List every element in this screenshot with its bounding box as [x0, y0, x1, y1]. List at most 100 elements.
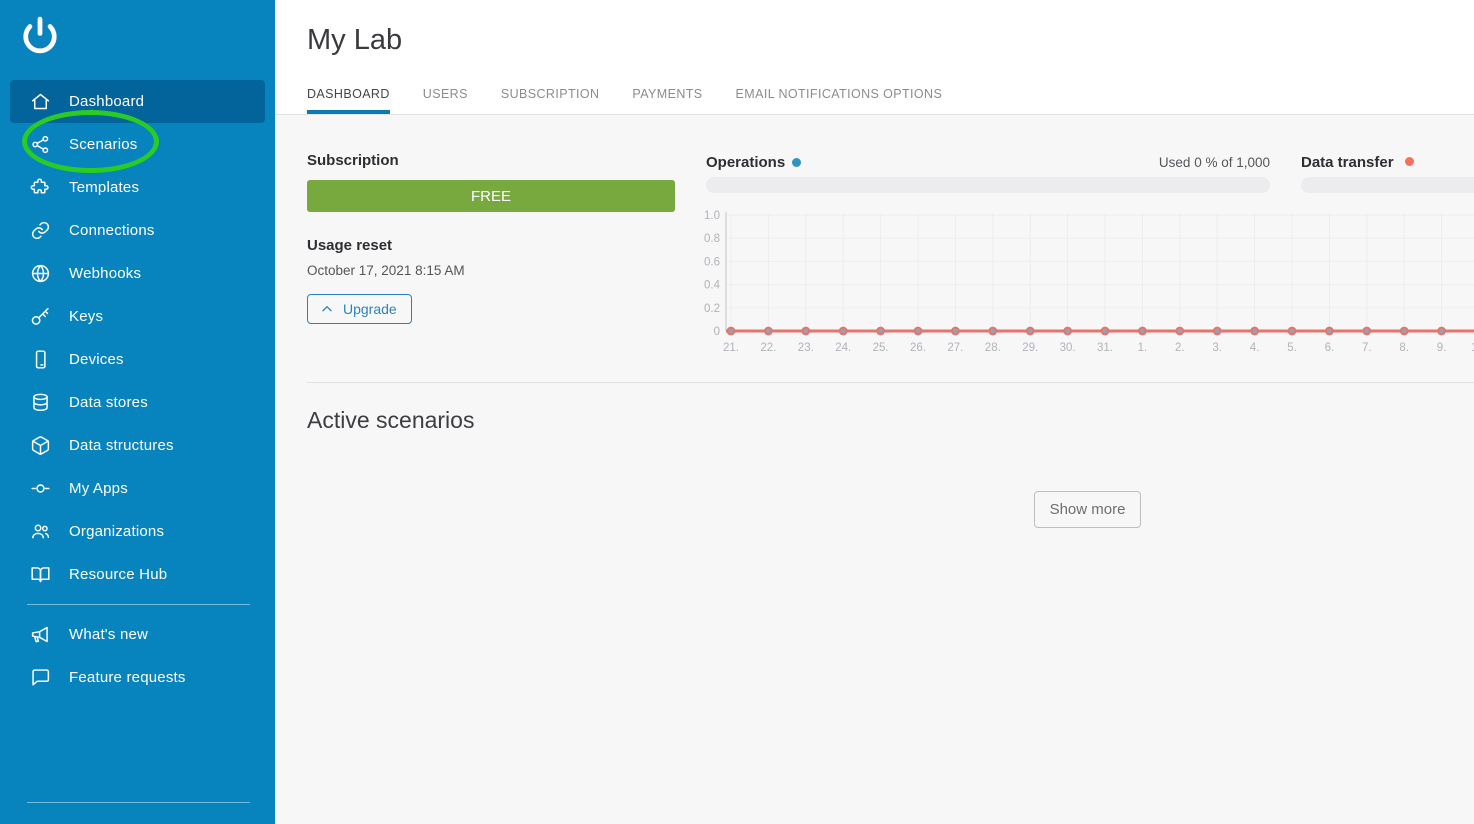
- sidebar-item-label: Resource Hub: [69, 566, 167, 583]
- plan-free-button[interactable]: FREE: [307, 180, 675, 212]
- key-icon: [29, 306, 51, 328]
- svg-text:0.8: 0.8: [704, 233, 720, 245]
- sidebar-item-data-structures[interactable]: Data structures: [10, 424, 265, 467]
- sidebar-item-resource-hub[interactable]: Resource Hub: [10, 553, 265, 596]
- upgrade-button[interactable]: Upgrade: [307, 294, 412, 324]
- operations-chart-container: 1.00.80.60.40.2021.22.23.24.25.26.27.28.…: [700, 205, 1474, 363]
- data-transfer-heading: Data transfer: [1301, 154, 1394, 171]
- sidebar-item-templates[interactable]: Templates: [10, 166, 265, 209]
- sidebar-item-label: My Apps: [69, 480, 128, 497]
- svg-text:30.: 30.: [1060, 342, 1076, 354]
- sidebar-item-connections[interactable]: Connections: [10, 209, 265, 252]
- svg-text:1.0: 1.0: [704, 210, 720, 222]
- operations-heading: Operations: [706, 154, 785, 171]
- svg-text:0.6: 0.6: [704, 256, 720, 268]
- sidebar-item-label: Scenarios: [69, 136, 138, 153]
- tab-payments[interactable]: PAYMENTS: [632, 87, 702, 114]
- svg-text:23.: 23.: [798, 342, 814, 354]
- data-transfer-status-dot: [1405, 157, 1414, 166]
- sidebar-item-my-apps[interactable]: My Apps: [10, 467, 265, 510]
- svg-text:0.4: 0.4: [704, 280, 721, 292]
- page-title: My Lab: [307, 24, 402, 57]
- sidebar-bottom-divider: [27, 802, 250, 803]
- usage-reset-value: October 17, 2021 8:15 AM: [307, 263, 675, 278]
- subscription-section: Subscription FREE Usage reset October 17…: [307, 152, 675, 324]
- svg-text:9.: 9.: [1437, 342, 1447, 354]
- sidebar-item-label: Devices: [69, 351, 124, 368]
- sidebar-item-label: Organizations: [69, 523, 164, 540]
- sidebar-item-keys[interactable]: Keys: [10, 295, 265, 338]
- subscription-heading: Subscription: [307, 152, 675, 169]
- section-divider: [307, 382, 1474, 383]
- chevron-up-icon: [320, 302, 334, 316]
- svg-text:21.: 21.: [723, 342, 739, 354]
- svg-text:22.: 22.: [760, 342, 776, 354]
- sidebar: Dashboard Scenarios Templates Connections We…: [0, 0, 275, 824]
- operations-chart: 1.00.80.60.40.2021.22.23.24.25.26.27.28.…: [700, 205, 1474, 363]
- sidebar-item-label: Keys: [69, 308, 103, 325]
- sidebar-divider: [27, 604, 250, 605]
- tab-email-notifications-options[interactable]: EMAIL NOTIFICATIONS OPTIONS: [736, 87, 943, 114]
- svg-text:28.: 28.: [985, 342, 1001, 354]
- globe-icon: [29, 263, 51, 285]
- active-scenarios-heading: Active scenarios: [307, 407, 474, 434]
- operations-status-dot: [792, 158, 801, 167]
- sidebar-item-label: Data stores: [69, 394, 148, 411]
- upgrade-button-label: Upgrade: [343, 301, 397, 317]
- sidebar-item-feature-requests[interactable]: Feature requests: [10, 656, 265, 699]
- operations-progress-bar: [706, 177, 1270, 193]
- page-header: My Lab DASHBOARD USERS SUBSCRIPTION PAYMENT…: [275, 0, 1474, 115]
- package-icon: [29, 435, 51, 457]
- svg-text:6.: 6.: [1325, 342, 1335, 354]
- sidebar-item-label: Connections: [69, 222, 155, 239]
- operations-usage-label: Used 0 % of 1,000: [1159, 155, 1270, 170]
- sidebar-item-label: Dashboard: [69, 93, 144, 110]
- sidebar-item-label: Templates: [69, 179, 139, 196]
- svg-text:5.: 5.: [1287, 342, 1297, 354]
- operations-header: Operations Used 0 % of 1,000: [706, 154, 1270, 171]
- svg-text:7.: 7.: [1362, 342, 1372, 354]
- data-transfer-progress-bar: [1301, 177, 1474, 193]
- app-logo-power-icon[interactable]: [21, 16, 59, 54]
- svg-text:24.: 24.: [835, 342, 851, 354]
- sidebar-item-label: What's new: [69, 626, 148, 643]
- smartphone-icon: [29, 349, 51, 371]
- dashboard-content: Subscription FREE Usage reset October 17…: [275, 116, 1474, 824]
- show-more-button[interactable]: Show more: [1034, 491, 1141, 528]
- message-icon: [29, 667, 51, 689]
- sidebar-item-dashboard[interactable]: Dashboard: [10, 80, 265, 123]
- svg-text:1.: 1.: [1138, 342, 1148, 354]
- megaphone-icon: [29, 624, 51, 646]
- book-open-icon: [29, 564, 51, 586]
- link-icon: [29, 220, 51, 242]
- sidebar-item-scenarios[interactable]: Scenarios: [10, 123, 265, 166]
- tab-users[interactable]: USERS: [423, 87, 468, 114]
- sidebar-item-data-stores[interactable]: Data stores: [10, 381, 265, 424]
- sidebar-item-webhooks[interactable]: Webhooks: [10, 252, 265, 295]
- svg-text:31.: 31.: [1097, 342, 1113, 354]
- sidebar-nav: Dashboard Scenarios Templates Connections We…: [0, 80, 275, 699]
- svg-text:3.: 3.: [1212, 342, 1222, 354]
- node-icon: [29, 478, 51, 500]
- svg-text:29.: 29.: [1022, 342, 1038, 354]
- puzzle-icon: [29, 177, 51, 199]
- sidebar-item-whats-new[interactable]: What's new: [10, 613, 265, 656]
- sidebar-item-devices[interactable]: Devices: [10, 338, 265, 381]
- share-icon: [29, 134, 51, 156]
- tab-dashboard[interactable]: DASHBOARD: [307, 87, 390, 114]
- tab-bar: DASHBOARD USERS SUBSCRIPTION PAYMENTS EMAIL …: [307, 87, 942, 114]
- sidebar-item-label: Data structures: [69, 437, 174, 454]
- svg-text:8.: 8.: [1399, 342, 1409, 354]
- data-transfer-header: Data transfer: [1301, 154, 1414, 172]
- home-icon: [29, 91, 51, 113]
- database-icon: [29, 392, 51, 414]
- sidebar-item-label: Webhooks: [69, 265, 141, 282]
- tab-subscription[interactable]: SUBSCRIPTION: [501, 87, 600, 114]
- svg-text:0: 0: [714, 326, 720, 338]
- svg-text:26.: 26.: [910, 342, 926, 354]
- users-icon: [29, 521, 51, 543]
- sidebar-item-label: Feature requests: [69, 669, 186, 686]
- svg-text:4.: 4.: [1250, 342, 1260, 354]
- sidebar-item-organizations[interactable]: Organizations: [10, 510, 265, 553]
- svg-text:27.: 27.: [947, 342, 963, 354]
